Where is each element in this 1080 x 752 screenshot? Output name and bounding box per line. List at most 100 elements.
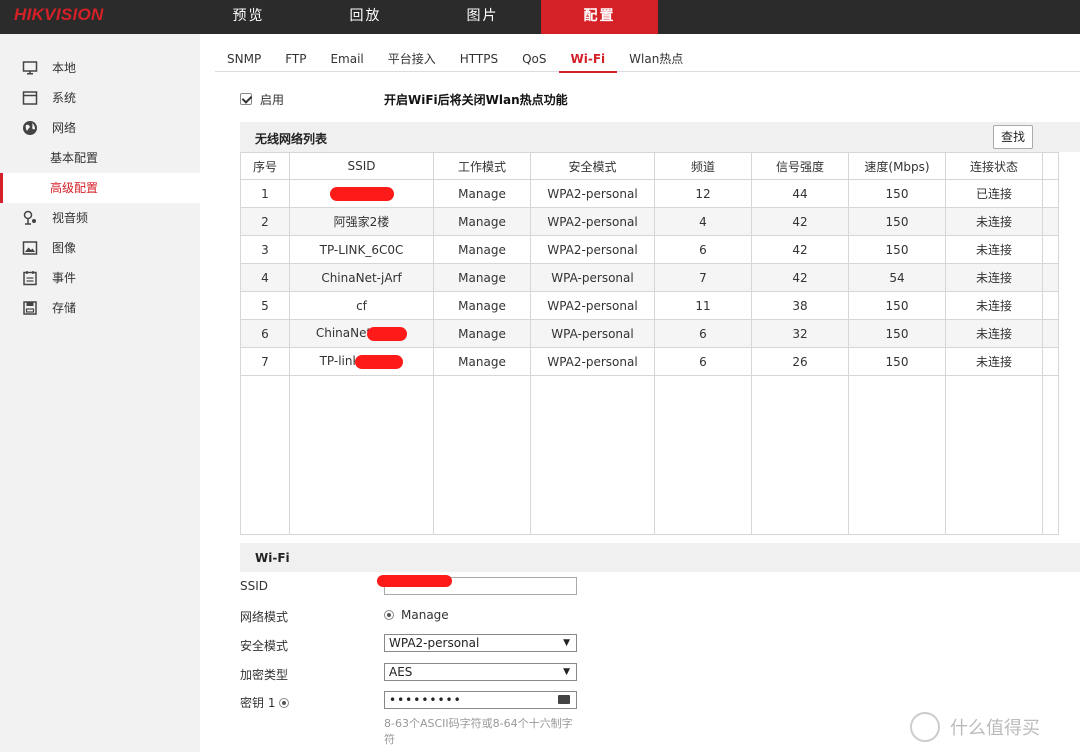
nav-picture[interactable]: 图片 (424, 0, 541, 34)
table-row[interactable]: 4 ChinaNet-jArf Manage WPA-personal 7 42… (240, 263, 1059, 292)
tab-snmp[interactable]: SNMP (215, 42, 273, 72)
cell-signal: 42 (751, 235, 849, 264)
cell-speed: 150 (848, 319, 946, 348)
sidebar-item-label: 系统 (52, 91, 77, 105)
cell-signal: 42 (751, 263, 849, 292)
search-button[interactable]: 查找 (993, 125, 1033, 149)
cell-index: 6 (240, 319, 290, 348)
col-header: 工作模式 (433, 152, 531, 180)
enable-wifi-checkbox[interactable] (240, 93, 252, 105)
key-password-input[interactable]: ••••••••• (384, 691, 577, 709)
cell-status: 未连接 (945, 347, 1043, 376)
col-header: 速度(Mbps) (848, 152, 946, 180)
tab-wifi[interactable]: Wi-Fi (558, 42, 618, 73)
keyboard-icon[interactable] (558, 695, 570, 704)
encryption-type-select[interactable]: AES ▼ (384, 663, 577, 681)
globe-icon (23, 121, 37, 135)
cell-channel: 11 (654, 291, 752, 320)
sidebar-item-label: 存储 (52, 301, 77, 315)
cell-mode: Manage (433, 207, 531, 236)
calendar-icon (23, 271, 37, 286)
wifi-hotspot-note: 开启WiFi后将关闭Wlan热点功能 (384, 93, 568, 107)
ssid-text: TP-link (319, 354, 360, 369)
encryption-type-label: 加密类型 (240, 668, 289, 682)
table-header-row: 序号 SSID 工作模式 安全模式 频道 信号强度 速度(Mbps) 连接状态 (240, 152, 1059, 180)
col-header: 连接状态 (945, 152, 1043, 180)
sidebar-subitem-basic[interactable]: 基本配置 (0, 143, 200, 173)
table-row[interactable]: 5 cf Manage WPA2-personal 11 38 150 未连接 (240, 291, 1059, 320)
tab-qos[interactable]: QoS (510, 42, 558, 72)
table-row[interactable]: 3 TP-LINK_6C0C Manage WPA2-personal 6 42… (240, 235, 1059, 264)
sidebar-subitem-advanced[interactable]: 高级配置 (0, 173, 200, 203)
sidebar-item-event[interactable]: 事件 (0, 263, 200, 293)
cell-speed: 150 (848, 207, 946, 236)
network-mode-option[interactable]: Manage (384, 608, 449, 622)
chevron-down-icon: ▼ (563, 667, 570, 677)
cell-security: WPA2-personal (530, 207, 655, 236)
sidebar-item-label: 事件 (52, 271, 77, 285)
sidebar-item-image[interactable]: 图像 (0, 233, 200, 263)
key-select-radio[interactable] (279, 697, 290, 708)
cell-channel: 7 (654, 263, 752, 292)
nav-playback[interactable]: 回放 (307, 0, 424, 34)
table-empty-area (240, 375, 1059, 535)
tab-https[interactable]: HTTPS (448, 42, 510, 72)
table-row[interactable]: 6 ChinaNet Manage WPA-personal 6 32 150 … (240, 319, 1059, 348)
cell-status: 未连接 (945, 235, 1043, 264)
wifi-section-header: Wi-Fi (240, 543, 1080, 572)
cell-channel: 12 (654, 179, 752, 208)
sidebar-item-local[interactable]: 本地 (0, 53, 200, 83)
wireless-list-header: 无线网络列表 查找 (240, 122, 1080, 152)
network-mode-value: Manage (401, 608, 449, 622)
site-watermark: 什么值得买 (910, 712, 1075, 742)
sidebar-item-storage[interactable]: 存储 (0, 293, 200, 323)
disk-icon (23, 301, 37, 315)
table-row[interactable]: 7 TP-link Manage WPA2-personal 6 26 150 … (240, 347, 1059, 376)
security-mode-value: WPA2-personal (389, 636, 480, 650)
wifi-section-title: Wi-Fi (255, 551, 290, 565)
cell-status: 未连接 (945, 319, 1043, 348)
network-mode-radio[interactable] (384, 610, 394, 620)
tab-email[interactable]: Email (318, 42, 375, 72)
scrollbar-gutter (1042, 152, 1059, 180)
cell-ssid: TP-LINK_6C0C (289, 235, 434, 264)
top-bar: HIKVISION 预览 回放 图片 配置 (0, 0, 1080, 34)
cell-status: 已连接 (945, 179, 1043, 208)
cell-mode: Manage (433, 347, 531, 376)
cell-ssid: 阿强家2楼 (289, 207, 434, 236)
cell-status: 未连接 (945, 291, 1043, 320)
enable-wifi-row: 启用 (240, 90, 284, 108)
enable-wifi-label: 启用 (260, 92, 285, 107)
ssid-input[interactable] (377, 575, 577, 595)
table-row[interactable]: 2 阿强家2楼 Manage WPA2-personal 4 42 150 未连… (240, 207, 1059, 236)
encryption-type-value: AES (389, 665, 413, 679)
wireless-list-title: 无线网络列表 (255, 132, 328, 146)
security-mode-select[interactable]: WPA2-personal ▼ (384, 634, 577, 652)
cell-signal: 32 (751, 319, 849, 348)
col-header: SSID (289, 152, 434, 180)
table-row[interactable]: 1 Manage WPA2-personal 12 44 150 已连接 (240, 179, 1059, 208)
cell-index: 7 (240, 347, 290, 376)
cell-index: 3 (240, 235, 290, 264)
sidebar-item-label: 视音频 (52, 211, 89, 225)
tab-platform-access[interactable]: 平台接入 (376, 42, 448, 72)
cell-channel: 6 (654, 235, 752, 264)
config-tabs: SNMP FTP Email 平台接入 HTTPS QoS Wi-Fi Wlan… (215, 42, 1080, 73)
cell-mode: Manage (433, 263, 531, 292)
security-mode-label: 安全模式 (240, 639, 289, 653)
cell-speed: 54 (848, 263, 946, 292)
sidebar-item-video-audio[interactable]: 视音频 (0, 203, 200, 233)
cell-security: WPA2-personal (530, 235, 655, 264)
nav-configuration[interactable]: 配置 (541, 0, 658, 34)
sidebar-item-system[interactable]: 系统 (0, 83, 200, 113)
cell-status: 未连接 (945, 263, 1043, 292)
cell-signal: 42 (751, 207, 849, 236)
tab-ftp[interactable]: FTP (273, 42, 318, 72)
sidebar-item-network[interactable]: 网络 (0, 113, 200, 143)
tab-wlan-hotspot[interactable]: Wlan热点 (617, 42, 695, 72)
cell-ssid: ChinaNet (289, 319, 434, 348)
cell-signal: 26 (751, 347, 849, 376)
nav-preview[interactable]: 预览 (190, 0, 307, 34)
watermark-logo-icon (910, 712, 940, 742)
col-header: 序号 (240, 152, 290, 180)
